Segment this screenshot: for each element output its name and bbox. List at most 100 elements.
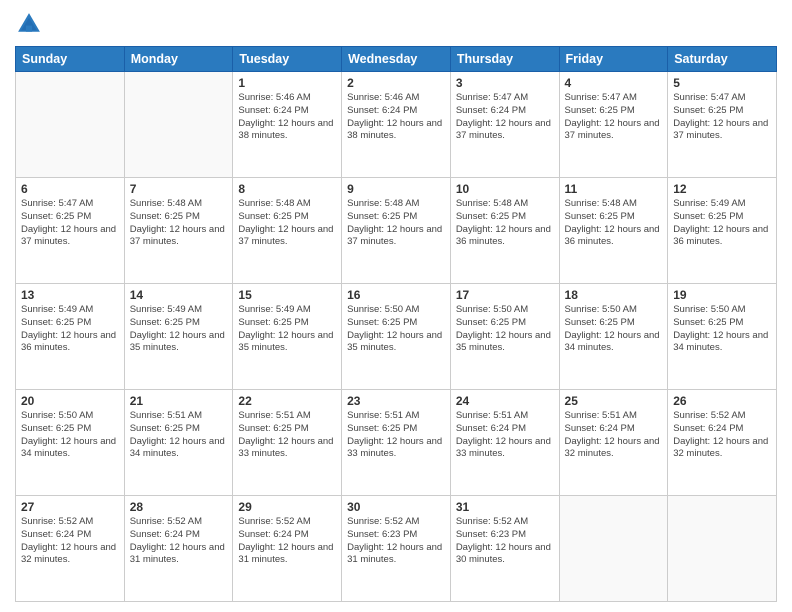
day-number: 19 bbox=[673, 288, 771, 302]
day-number: 17 bbox=[456, 288, 554, 302]
day-cell bbox=[16, 72, 125, 178]
day-number: 20 bbox=[21, 394, 119, 408]
day-cell: 5 Sunrise: 5:47 AM Sunset: 6:25 PM Daylig… bbox=[668, 72, 777, 178]
day-cell: 19 Sunrise: 5:50 AM Sunset: 6:25 PM Dayli… bbox=[668, 284, 777, 390]
day-number: 22 bbox=[238, 394, 336, 408]
day-info: Sunrise: 5:52 AM Sunset: 6:24 PM Dayligh… bbox=[130, 516, 228, 567]
week-row-5: 27 Sunrise: 5:52 AM Sunset: 6:24 PM Dayli… bbox=[16, 496, 777, 602]
day-number: 26 bbox=[673, 394, 771, 408]
day-info: Sunrise: 5:48 AM Sunset: 6:25 PM Dayligh… bbox=[565, 198, 663, 249]
weekday-header-row: SundayMondayTuesdayWednesdayThursdayFrid… bbox=[16, 47, 777, 72]
day-info: Sunrise: 5:48 AM Sunset: 6:25 PM Dayligh… bbox=[347, 198, 445, 249]
day-info: Sunrise: 5:47 AM Sunset: 6:25 PM Dayligh… bbox=[673, 92, 771, 143]
day-number: 5 bbox=[673, 76, 771, 90]
day-cell: 18Sunrise: 5:50 AM Sunset: 6:25 PM Dayli… bbox=[559, 284, 668, 390]
logo-icon bbox=[15, 10, 43, 38]
day-cell: 17 Sunrise: 5:50 AM Sunset: 6:25 PM Dayli… bbox=[450, 284, 559, 390]
day-info: Sunrise: 5:49 AM Sunset: 6:25 PM Dayligh… bbox=[238, 304, 336, 355]
day-cell: 24 Sunrise: 5:51 AM Sunset: 6:24 PM Dayli… bbox=[450, 390, 559, 496]
day-cell: 29Sunrise: 5:52 AM Sunset: 6:24 PM Dayli… bbox=[233, 496, 342, 602]
week-row-1: 1 Sunrise: 5:46 AM Sunset: 6:24 PM Daylig… bbox=[16, 72, 777, 178]
day-cell: 22 Sunrise: 5:51 AM Sunset: 6:25 PM Dayli… bbox=[233, 390, 342, 496]
day-info: Sunrise: 5:50 AM Sunset: 6:25 PM Dayligh… bbox=[21, 410, 119, 461]
day-number: 25 bbox=[565, 394, 663, 408]
day-cell: 8 Sunrise: 5:48 AM Sunset: 6:25 PM Daylig… bbox=[233, 178, 342, 284]
day-cell: 14Sunrise: 5:49 AM Sunset: 6:25 PM Dayli… bbox=[124, 284, 233, 390]
day-number: 28 bbox=[130, 500, 228, 514]
day-info: Sunrise: 5:51 AM Sunset: 6:24 PM Dayligh… bbox=[456, 410, 554, 461]
day-number: 16 bbox=[347, 288, 445, 302]
day-number: 13 bbox=[21, 288, 119, 302]
day-cell: 2Sunrise: 5:46 AM Sunset: 6:24 PM Daylig… bbox=[342, 72, 451, 178]
day-info: Sunrise: 5:48 AM Sunset: 6:25 PM Dayligh… bbox=[238, 198, 336, 249]
day-info: Sunrise: 5:49 AM Sunset: 6:25 PM Dayligh… bbox=[21, 304, 119, 355]
day-number: 8 bbox=[238, 182, 336, 196]
day-number: 6 bbox=[21, 182, 119, 196]
day-info: Sunrise: 5:50 AM Sunset: 6:25 PM Dayligh… bbox=[673, 304, 771, 355]
day-cell: 10 Sunrise: 5:48 AM Sunset: 6:25 PM Dayli… bbox=[450, 178, 559, 284]
day-info: Sunrise: 5:52 AM Sunset: 6:24 PM Dayligh… bbox=[21, 516, 119, 567]
day-cell: 30 Sunrise: 5:52 AM Sunset: 6:23 PM Dayli… bbox=[342, 496, 451, 602]
day-cell: 4Sunrise: 5:47 AM Sunset: 6:25 PM Daylig… bbox=[559, 72, 668, 178]
day-number: 27 bbox=[21, 500, 119, 514]
day-cell: 23 Sunrise: 5:51 AM Sunset: 6:25 PM Dayli… bbox=[342, 390, 451, 496]
day-number: 21 bbox=[130, 394, 228, 408]
day-number: 30 bbox=[347, 500, 445, 514]
day-info: Sunrise: 5:48 AM Sunset: 6:25 PM Dayligh… bbox=[130, 198, 228, 249]
day-info: Sunrise: 5:47 AM Sunset: 6:24 PM Dayligh… bbox=[456, 92, 554, 143]
day-cell: 31Sunrise: 5:52 AM Sunset: 6:23 PM Dayli… bbox=[450, 496, 559, 602]
day-cell: 25 Sunrise: 5:51 AM Sunset: 6:24 PM Dayli… bbox=[559, 390, 668, 496]
week-row-4: 20 Sunrise: 5:50 AM Sunset: 6:25 PM Dayli… bbox=[16, 390, 777, 496]
weekday-header-monday: Monday bbox=[124, 47, 233, 72]
week-row-3: 13 Sunrise: 5:49 AM Sunset: 6:25 PM Dayli… bbox=[16, 284, 777, 390]
weekday-header-wednesday: Wednesday bbox=[342, 47, 451, 72]
day-cell: 26 Sunrise: 5:52 AM Sunset: 6:24 PM Dayli… bbox=[668, 390, 777, 496]
day-cell: 21 Sunrise: 5:51 AM Sunset: 6:25 PM Dayli… bbox=[124, 390, 233, 496]
logo bbox=[15, 10, 47, 38]
day-info: Sunrise: 5:52 AM Sunset: 6:23 PM Dayligh… bbox=[456, 516, 554, 567]
day-cell: 9 Sunrise: 5:48 AM Sunset: 6:25 PM Daylig… bbox=[342, 178, 451, 284]
day-info: Sunrise: 5:50 AM Sunset: 6:25 PM Dayligh… bbox=[456, 304, 554, 355]
day-cell: 15 Sunrise: 5:49 AM Sunset: 6:25 PM Dayli… bbox=[233, 284, 342, 390]
day-number: 14 bbox=[130, 288, 228, 302]
day-cell: 3Sunrise: 5:47 AM Sunset: 6:24 PM Daylig… bbox=[450, 72, 559, 178]
weekday-header-sunday: Sunday bbox=[16, 47, 125, 72]
day-info: Sunrise: 5:50 AM Sunset: 6:25 PM Dayligh… bbox=[565, 304, 663, 355]
weekday-header-tuesday: Tuesday bbox=[233, 47, 342, 72]
day-number: 24 bbox=[456, 394, 554, 408]
day-info: Sunrise: 5:52 AM Sunset: 6:23 PM Dayligh… bbox=[347, 516, 445, 567]
day-number: 1 bbox=[238, 76, 336, 90]
day-number: 7 bbox=[130, 182, 228, 196]
day-number: 23 bbox=[347, 394, 445, 408]
day-info: Sunrise: 5:51 AM Sunset: 6:25 PM Dayligh… bbox=[130, 410, 228, 461]
day-cell: 27 Sunrise: 5:52 AM Sunset: 6:24 PM Dayli… bbox=[16, 496, 125, 602]
day-cell: 12 Sunrise: 5:49 AM Sunset: 6:25 PM Dayli… bbox=[668, 178, 777, 284]
day-cell bbox=[124, 72, 233, 178]
day-cell: 28 Sunrise: 5:52 AM Sunset: 6:24 PM Dayli… bbox=[124, 496, 233, 602]
day-number: 4 bbox=[565, 76, 663, 90]
day-cell: 16Sunrise: 5:50 AM Sunset: 6:25 PM Dayli… bbox=[342, 284, 451, 390]
day-cell: 11Sunrise: 5:48 AM Sunset: 6:25 PM Dayli… bbox=[559, 178, 668, 284]
day-info: Sunrise: 5:52 AM Sunset: 6:24 PM Dayligh… bbox=[238, 516, 336, 567]
day-cell: 13 Sunrise: 5:49 AM Sunset: 6:25 PM Dayli… bbox=[16, 284, 125, 390]
day-number: 10 bbox=[456, 182, 554, 196]
day-info: Sunrise: 5:52 AM Sunset: 6:24 PM Dayligh… bbox=[673, 410, 771, 461]
day-cell bbox=[668, 496, 777, 602]
day-info: Sunrise: 5:46 AM Sunset: 6:24 PM Dayligh… bbox=[238, 92, 336, 143]
day-number: 9 bbox=[347, 182, 445, 196]
day-info: Sunrise: 5:51 AM Sunset: 6:24 PM Dayligh… bbox=[565, 410, 663, 461]
day-info: Sunrise: 5:49 AM Sunset: 6:25 PM Dayligh… bbox=[673, 198, 771, 249]
weekday-header-saturday: Saturday bbox=[668, 47, 777, 72]
day-cell bbox=[559, 496, 668, 602]
day-info: Sunrise: 5:46 AM Sunset: 6:24 PM Dayligh… bbox=[347, 92, 445, 143]
day-info: Sunrise: 5:51 AM Sunset: 6:25 PM Dayligh… bbox=[347, 410, 445, 461]
header bbox=[15, 10, 777, 38]
day-info: Sunrise: 5:51 AM Sunset: 6:25 PM Dayligh… bbox=[238, 410, 336, 461]
calendar-table: SundayMondayTuesdayWednesdayThursdayFrid… bbox=[15, 46, 777, 602]
day-cell: 20 Sunrise: 5:50 AM Sunset: 6:25 PM Dayli… bbox=[16, 390, 125, 496]
day-info: Sunrise: 5:48 AM Sunset: 6:25 PM Dayligh… bbox=[456, 198, 554, 249]
day-number: 12 bbox=[673, 182, 771, 196]
week-row-2: 6 Sunrise: 5:47 AM Sunset: 6:25 PM Daylig… bbox=[16, 178, 777, 284]
day-number: 15 bbox=[238, 288, 336, 302]
day-info: Sunrise: 5:47 AM Sunset: 6:25 PM Dayligh… bbox=[21, 198, 119, 249]
